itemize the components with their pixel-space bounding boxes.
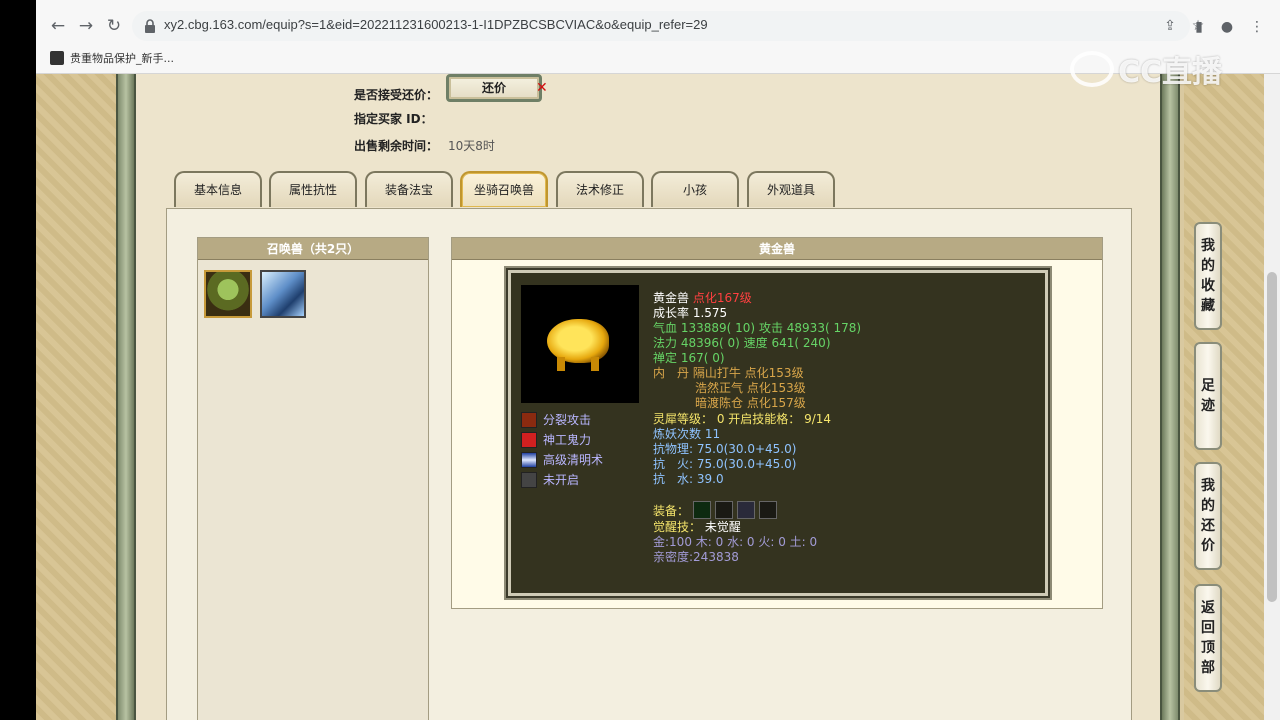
menu-kebab-icon[interactable]: ⋮ <box>1246 16 1268 38</box>
back-arrow-icon[interactable]: ← <box>46 14 70 38</box>
pet-detail-box: 黄金兽 分裂攻击 神工鬼力 高级清明术 未开启 黄金兽 点化167级 成长率 1… <box>451 237 1103 609</box>
side-panel-icon[interactable]: ▮ <box>1188 16 1210 38</box>
neidan-line: 内 丹 隔山打牛 点化153级 <box>653 366 804 380</box>
pet-name-line: 黄金兽 点化167级 <box>653 291 752 305</box>
right-pillar-decoration <box>1160 74 1180 720</box>
locked-skill-icon <box>521 471 537 488</box>
tab-attribute-resistance[interactable]: 属性抗性 <box>269 171 357 207</box>
tab-spell-correction[interactable]: 法术修正 <box>556 171 644 207</box>
remaining-time-row: 出售剩余时间： 10天8时 <box>354 137 495 154</box>
bookmark-item[interactable]: 贵重物品保护_新手... <box>50 50 174 66</box>
my-favorites-button[interactable]: 我的收藏 <box>1194 222 1222 330</box>
beast-leg <box>557 357 565 371</box>
remaining-time-value: 10天8时 <box>448 139 495 153</box>
reload-icon[interactable]: ↻ <box>102 14 126 38</box>
intimacy-line: 亲密度:243838 <box>653 550 739 564</box>
pet-skill: 未开启 <box>521 471 579 488</box>
lock-icon <box>145 19 155 33</box>
counter-offer-button[interactable]: 还价 <box>446 74 542 102</box>
tab-mounts-pets[interactable]: 坐骑召唤兽 <box>460 171 548 207</box>
main-content: 是否接受还价： 还价 ✕ 指定买家 ID： 出售剩余时间： 10天8时 基本信息… <box>136 74 1160 720</box>
pet-thumbnail[interactable] <box>260 270 306 318</box>
web-page: 是否接受还价： 还价 ✕ 指定买家 ID： 出售剩余时间： 10天8时 基本信息… <box>36 74 1264 720</box>
elements-line: 金:100 木: 0 水: 0 火: 0 土: 0 <box>653 535 818 549</box>
resist-physical: 抗物理: 75.0(30.0+45.0) <box>653 442 797 456</box>
accept-counter-label: 是否接受还价： <box>354 87 439 102</box>
stream-watermark: CC直播 <box>1070 48 1222 90</box>
bookmark-favicon-icon <box>50 51 64 65</box>
pet-skill[interactable]: 分裂攻击 <box>521 411 591 428</box>
my-counter-offers-button[interactable]: 我的还价 <box>1194 462 1222 570</box>
pet-stat-card: 分裂攻击 神工鬼力 高级清明术 未开启 黄金兽 点化167级 成长率 1.575… <box>506 268 1050 598</box>
close-icon: ✕ <box>536 80 548 96</box>
tab-equipment[interactable]: 装备法宝 <box>365 171 453 207</box>
browser-navbar: ← → ↻ xy2.cbg.163.com/equip?s=1&eid=2022… <box>36 8 1280 44</box>
spirit-level: 灵犀等级： 0 开启技能格： 9/14 <box>653 412 832 426</box>
zen-line: 禅定 167( 0) <box>653 351 725 365</box>
bookmark-label: 贵重物品保护_新手... <box>70 52 174 65</box>
equip-slot-icon[interactable] <box>737 501 755 519</box>
pet-skill[interactable]: 神工鬼力 <box>521 431 591 448</box>
split-attack-icon <box>521 411 537 428</box>
tab-appearance[interactable]: 外观道具 <box>747 171 835 207</box>
pet-list-box: 召唤兽（共2只） <box>197 237 429 720</box>
accept-counter-row: 是否接受还价： <box>354 80 854 108</box>
remaining-time-label: 出售剩余时间： <box>354 139 439 153</box>
pet-detail-header: 黄金兽 <box>452 238 1102 260</box>
awaken-line: 觉醒技： 未觉醒 <box>653 520 741 534</box>
tab-basic-info[interactable]: 基本信息 <box>174 171 262 207</box>
neidan-line: 浩然正气 点化153级 <box>695 381 806 395</box>
url-text[interactable]: xy2.cbg.163.com/equip?s=1&eid=2022112316… <box>164 17 708 32</box>
scrollbar-thumb[interactable] <box>1267 272 1277 602</box>
equip-label: 装备： <box>653 504 690 518</box>
refine-count: 炼妖次数 11 <box>653 427 721 441</box>
address-bar[interactable]: xy2.cbg.163.com/equip?s=1&eid=2022112316… <box>132 11 1204 41</box>
growth-rate: 成长率 1.575 <box>653 306 728 320</box>
left-parchment-decoration <box>36 74 116 720</box>
pet-equipment-slots <box>693 501 777 519</box>
buyer-id-label: 指定买家 ID： <box>354 112 433 126</box>
tab-panel: 召唤兽（共2只） 黄金兽 分裂攻击 神工鬼力 高级清明术 未开启 黄金兽 点化1… <box>166 208 1132 720</box>
share-icon[interactable]: ⇪ <box>1160 16 1180 36</box>
equip-slot-icon[interactable] <box>715 501 733 519</box>
equip-slot-icon[interactable] <box>759 501 777 519</box>
hp-atk-line: 气血 133889( 10) 攻击 48933( 178) <box>653 321 862 335</box>
beast-leg <box>591 357 599 371</box>
back-to-top-button[interactable]: 返回顶部 <box>1194 584 1222 692</box>
pet-list-header: 召唤兽（共2只） <box>198 238 428 260</box>
profile-icon[interactable]: ● <box>1216 16 1238 38</box>
resist-fire: 抗 火: 75.0(30.0+45.0) <box>653 457 797 471</box>
pet-skill[interactable]: 高级清明术 <box>521 451 603 468</box>
left-pillar-decoration <box>116 74 136 720</box>
pet-thumbnail[interactable] <box>204 270 252 318</box>
buyer-id-row: 指定买家 ID： <box>354 110 433 127</box>
pet-portrait <box>521 285 639 403</box>
tab-child[interactable]: 小孩 <box>651 171 739 207</box>
footprints-button[interactable]: 足迹 <box>1194 342 1222 450</box>
cc-logo-icon <box>1070 51 1114 87</box>
forward-arrow-icon[interactable]: → <box>74 14 98 38</box>
clear-mind-icon <box>521 451 537 468</box>
resist-water: 抗 水: 39.0 <box>653 472 724 486</box>
mp-spd-line: 法力 48396( 0) 速度 641( 240) <box>653 336 831 350</box>
neidan-line: 暗渡陈仓 点化157级 <box>695 396 806 410</box>
divine-power-icon <box>521 431 537 448</box>
equip-slot-icon[interactable] <box>693 501 711 519</box>
